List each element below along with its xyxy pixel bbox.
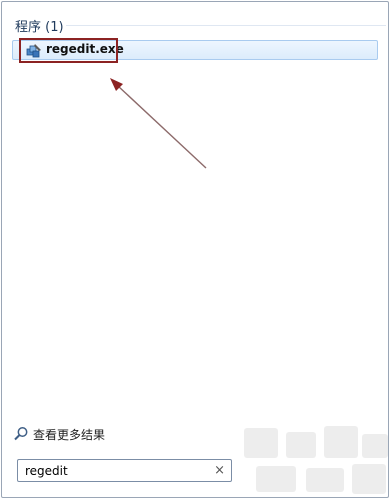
clear-search-icon[interactable]: × — [214, 461, 225, 480]
start-menu-search-panel — [1, 1, 389, 498]
result-item-label: regedit.exe — [46, 42, 124, 56]
search-input[interactable] — [18, 460, 215, 481]
section-divider — [66, 25, 386, 26]
regedit-icon — [26, 44, 41, 58]
see-more-results-label: 查看更多结果 — [33, 428, 106, 442]
search-box: × — [17, 459, 232, 482]
search-icon — [14, 427, 28, 441]
programs-section-header: 程序 (1) — [15, 20, 64, 35]
